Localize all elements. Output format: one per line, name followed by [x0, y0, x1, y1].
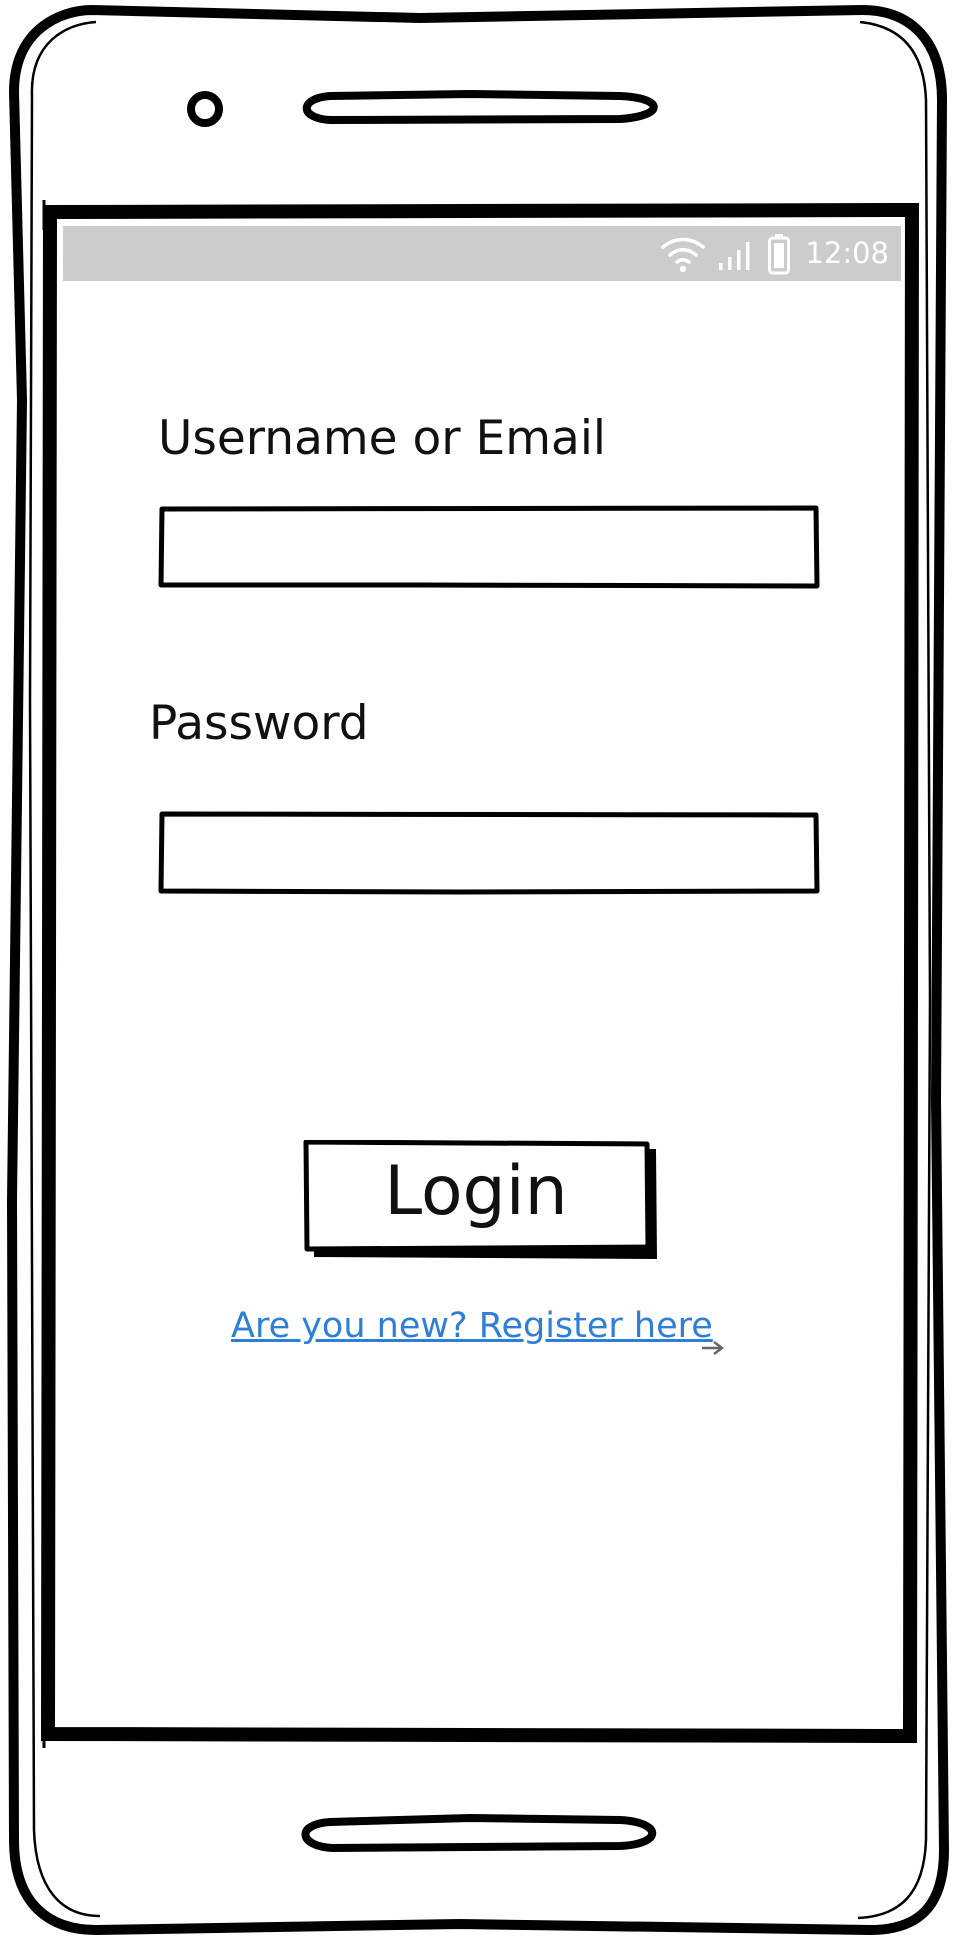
register-link[interactable]: Are you new? Register here: [231, 1306, 713, 1346]
phone-frame: [7, 5, 949, 1935]
signal-icon: [719, 241, 750, 270]
front-camera-icon: [187, 91, 223, 127]
battery-icon: [768, 233, 791, 274]
password-input[interactable]: [170, 821, 810, 885]
password-label: Password: [149, 696, 369, 751]
login-button[interactable]: Login: [303, 1140, 659, 1260]
status-time: 12:08: [805, 236, 889, 270]
link-arrow-icon: [702, 1341, 725, 1355]
username-input[interactable]: [170, 515, 810, 579]
username-field-box: [158, 505, 820, 589]
username-label: Username or Email: [158, 411, 606, 466]
wifi-icon: [661, 237, 706, 272]
password-field-box: [158, 811, 820, 895]
bottom-speaker-icon: [301, 1813, 657, 1853]
status-bar: 12:08: [63, 226, 901, 281]
status-icons: 12:08: [659, 226, 889, 281]
earpiece-speaker-icon: [302, 89, 658, 125]
login-button-label: Login: [384, 1152, 568, 1231]
